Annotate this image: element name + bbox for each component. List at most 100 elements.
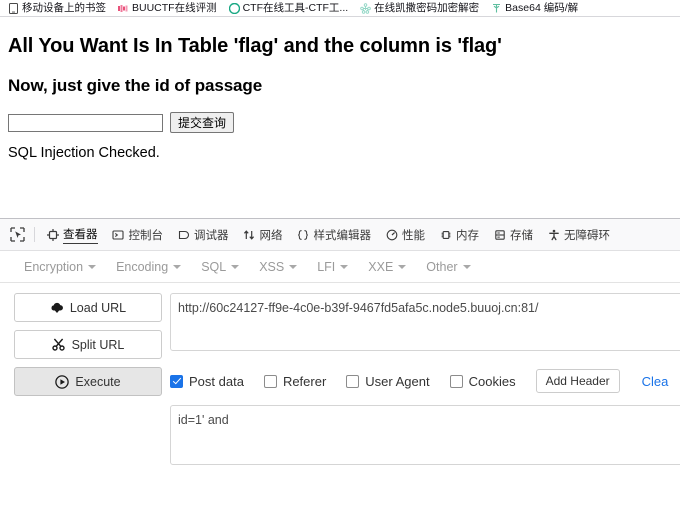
memory-icon <box>439 228 452 241</box>
bookmark-item-buuctf[interactable]: BUUCTF在线评测 <box>112 3 223 14</box>
sql-injection-status-message: SQL Injection Checked. <box>8 145 160 161</box>
caesar-cipher-favicon <box>360 2 371 14</box>
user-agent-checkbox[interactable]: User Agent <box>346 373 430 389</box>
network-icon <box>243 228 256 241</box>
hackbar-menu-xss[interactable]: XSS <box>249 260 307 274</box>
execute-button[interactable]: Execute <box>14 367 162 396</box>
chevron-down-icon <box>88 264 97 269</box>
performance-icon <box>385 228 398 241</box>
devtools-tab-debugger[interactable]: 调试器 <box>170 220 236 250</box>
add-header-button[interactable]: Add Header <box>535 369 620 393</box>
accessibility-icon <box>547 228 560 241</box>
devtools-tab-label: 网络 <box>259 229 283 242</box>
bookmark-label: CTF在线工具-CTF工... <box>242 1 349 14</box>
referer-label: Referer <box>282 373 327 389</box>
hackbar-body: Load URL Split URL Execute http://60c241… <box>0 283 680 465</box>
bookmark-label: 移动设备上的书签 <box>22 1 106 14</box>
toolbar-divider <box>34 227 35 242</box>
hackbar-fields-column: Post data Referer User Agent Cookies <box>170 293 680 465</box>
debugger-icon <box>177 228 190 241</box>
load-url-button[interactable]: Load URL <box>14 293 162 322</box>
bookmark-item-ctf-tools[interactable]: CTF在线工具-CTF工... <box>223 1 355 14</box>
devtools-tab-label: 性能 <box>402 229 425 242</box>
devtools-tab-label: 存储 <box>510 229 533 242</box>
buuctf-favicon <box>118 3 129 14</box>
checkbox-box[interactable] <box>346 374 360 388</box>
post-data-textarea[interactable] <box>170 405 680 465</box>
hackbar-panel: Encryption Encoding SQL XSS LFI XXE Othe… <box>0 251 680 465</box>
request-options-row: Post data Referer User Agent Cookies Add… <box>170 369 680 393</box>
bookmark-label: Base64 编码/解 <box>505 1 579 14</box>
id-query-form: 提交查询 <box>8 112 672 133</box>
hackbar-menu-label: Other <box>426 259 458 274</box>
submit-query-button[interactable]: 提交查询 <box>170 112 235 133</box>
devtools-tab-accessibility[interactable]: 无障碍环 <box>540 220 617 250</box>
checkbox-box[interactable] <box>449 374 463 388</box>
chevron-down-icon <box>340 264 349 269</box>
element-picker-icon[interactable] <box>4 223 30 247</box>
bookmark-item-mobile[interactable]: 移动设备上的书签 <box>2 1 112 14</box>
mobile-device-icon <box>8 2 19 14</box>
scissors-icon <box>52 338 66 352</box>
page-heading-secondary: Now, just give the id of passage <box>8 76 263 95</box>
devtools-tab-storage[interactable]: 存储 <box>486 220 540 250</box>
ctf-tools-favicon <box>228 2 240 14</box>
play-circle-icon <box>55 374 70 389</box>
devtools-tab-inspector[interactable]: 查看器 <box>39 220 105 250</box>
post-data-label: Post data <box>189 373 244 389</box>
hackbar-menu-label: XSS <box>259 259 285 274</box>
console-icon <box>112 228 125 241</box>
hackbar-menu-label: XXE <box>368 259 394 274</box>
devtools-tab-label: 调试器 <box>194 229 229 242</box>
passage-id-input[interactable] <box>8 113 163 132</box>
devtools-tab-network[interactable]: 网络 <box>236 220 290 250</box>
page-content: All You Want Is In Table 'flag' and the … <box>0 17 680 218</box>
chevron-down-icon <box>231 264 240 269</box>
checkbox-box[interactable] <box>170 374 183 388</box>
page-heading-primary: All You Want Is In Table 'flag' and the … <box>8 35 502 57</box>
cookies-checkbox[interactable]: Cookies <box>449 373 516 389</box>
clear-all-link[interactable]: Clea <box>642 374 669 389</box>
checkbox-box[interactable] <box>263 374 277 388</box>
hackbar-menu-sql[interactable]: SQL <box>191 260 249 274</box>
storage-icon <box>493 228 506 241</box>
devtools-tab-performance[interactable]: 性能 <box>378 220 432 250</box>
devtools-tabbar: 查看器 控制台 调试器 网络 样式编辑器 性能 内存 存储 无障碍环 <box>0 219 680 251</box>
bookmark-item-caesar-cipher[interactable]: 在线凯撒密码加密解密 <box>354 3 485 14</box>
hackbar-menu-encoding[interactable]: Encoding <box>106 260 191 274</box>
hackbar-menu-label: Encoding <box>116 259 169 274</box>
hackbar-actions-column: Load URL Split URL Execute <box>0 293 170 465</box>
split-url-button[interactable]: Split URL <box>14 330 162 359</box>
devtools-tab-label: 样式编辑器 <box>313 229 372 242</box>
devtools-tab-console[interactable]: 控制台 <box>105 220 171 250</box>
inspector-icon <box>46 228 59 241</box>
devtools-tab-style-editor[interactable]: 样式编辑器 <box>290 220 379 250</box>
hackbar-menu-label: Encryption <box>24 259 84 274</box>
devtools-tab-label: 查看器 <box>63 226 98 244</box>
devtools-tab-label: 无障碍环 <box>564 229 610 242</box>
bookmark-item-base64[interactable]: Base64 编码/解 <box>485 3 584 14</box>
url-textarea[interactable] <box>170 293 680 351</box>
hackbar-menu-other[interactable]: Other <box>416 260 480 274</box>
post-data-checkbox[interactable]: Post data <box>170 374 244 389</box>
user-agent-label: User Agent <box>365 373 430 389</box>
hackbar-menubar: Encryption Encoding SQL XSS LFI XXE Othe… <box>0 251 680 283</box>
bookmark-label: BUUCTF在线评测 <box>132 1 217 14</box>
bookmarks-bar: 移动设备上的书签 BUUCTF在线评测 CTF在线工具-CTF工... 在线凯撒… <box>0 0 680 17</box>
chevron-down-icon <box>462 264 471 269</box>
hackbar-menu-label: SQL <box>201 259 227 274</box>
chevron-down-icon <box>398 264 407 269</box>
chevron-down-icon <box>289 264 298 269</box>
style-editor-icon <box>297 228 310 241</box>
chevron-down-icon <box>173 264 182 269</box>
devtools-tab-label: 内存 <box>456 229 479 242</box>
hackbar-menu-lfi[interactable]: LFI <box>307 260 358 274</box>
cookies-label: Cookies <box>468 373 516 389</box>
hackbar-menu-label: LFI <box>317 259 336 274</box>
cloud-download-icon <box>50 301 64 315</box>
hackbar-menu-encryption[interactable]: Encryption <box>14 260 106 274</box>
referer-checkbox[interactable]: Referer <box>263 373 327 389</box>
devtools-tab-memory[interactable]: 内存 <box>432 220 486 250</box>
hackbar-menu-xxe[interactable]: XXE <box>358 260 416 274</box>
load-url-label: Load URL <box>69 300 127 315</box>
